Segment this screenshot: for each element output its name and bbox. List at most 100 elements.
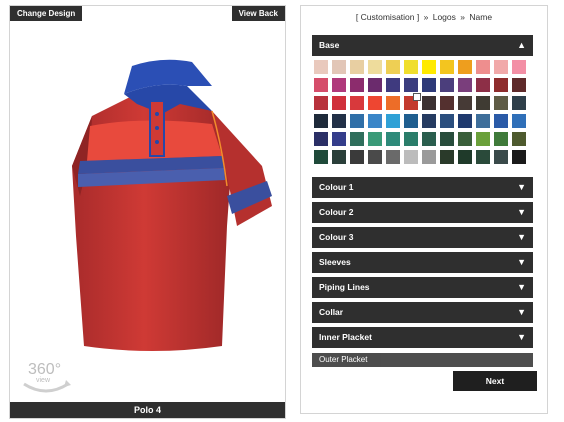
colour-swatch[interactable] [386, 114, 400, 128]
section-header-colour-1[interactable]: Colour 1 ▼ [312, 177, 533, 198]
breadcrumb-separator: » [423, 12, 429, 22]
colour-swatch[interactable] [512, 114, 526, 128]
colour-swatch[interactable] [332, 60, 346, 74]
change-design-button[interactable]: Change Design [10, 6, 83, 21]
colour-swatch[interactable] [440, 150, 454, 164]
view-back-button[interactable]: View Back [231, 6, 285, 21]
next-button[interactable]: Next [453, 371, 537, 391]
section-header-colour-2[interactable]: Colour 2 ▼ [312, 202, 533, 223]
colour-swatch[interactable] [368, 96, 382, 110]
colour-swatch[interactable] [440, 114, 454, 128]
colour-swatch[interactable] [512, 78, 526, 92]
colour-swatch[interactable] [422, 60, 436, 74]
base-colour-palette [312, 60, 533, 164]
colour-swatch[interactable] [440, 60, 454, 74]
base-section-label: Base [319, 40, 340, 50]
colour-swatch[interactable] [440, 78, 454, 92]
colour-swatch[interactable] [332, 114, 346, 128]
outer-placket-header[interactable]: Outer Placket [312, 353, 533, 367]
colour-swatch[interactable] [494, 78, 508, 92]
colour-swatch[interactable] [458, 114, 472, 128]
colour-swatch[interactable] [404, 114, 418, 128]
colour-swatch[interactable] [422, 78, 436, 92]
colour-swatch[interactable] [458, 60, 472, 74]
colour-swatch[interactable] [350, 96, 364, 110]
colour-swatch[interactable] [512, 150, 526, 164]
colour-swatch[interactable] [314, 78, 328, 92]
section-label: Collar [319, 307, 344, 317]
colour-swatch[interactable] [332, 96, 346, 110]
colour-swatch[interactable] [476, 150, 490, 164]
colour-swatch[interactable] [404, 78, 418, 92]
section-header-sleeves[interactable]: Sleeves ▼ [312, 252, 533, 273]
colour-swatch[interactable] [404, 132, 418, 146]
colour-swatch[interactable] [332, 150, 346, 164]
colour-swatch[interactable] [476, 96, 490, 110]
section-header-piping-lines[interactable]: Piping Lines ▼ [312, 277, 533, 298]
rotate-360-icon[interactable]: 360° view [18, 354, 74, 398]
colour-swatch[interactable] [368, 150, 382, 164]
colour-swatch[interactable] [476, 114, 490, 128]
colour-swatch[interactable] [458, 78, 472, 92]
colour-swatch[interactable] [494, 60, 508, 74]
preview-panel: Change Design View Back 360° view Polo 4 [9, 5, 286, 419]
colour-swatch[interactable] [386, 60, 400, 74]
breadcrumb: [ Customisation ] » Logos » Name [301, 12, 547, 22]
colour-swatch[interactable] [368, 114, 382, 128]
chevron-down-icon: ▼ [517, 232, 526, 242]
colour-swatch[interactable] [422, 150, 436, 164]
colour-swatch[interactable] [494, 132, 508, 146]
colour-swatch[interactable] [350, 78, 364, 92]
colour-swatch[interactable] [422, 132, 436, 146]
breadcrumb-name[interactable]: Name [469, 12, 492, 22]
colour-swatch[interactable] [314, 150, 328, 164]
section-header-inner-placket[interactable]: Inner Placket ▼ [312, 327, 533, 348]
colour-swatch[interactable] [458, 96, 472, 110]
colour-swatch[interactable] [368, 78, 382, 92]
base-section-header[interactable]: Base ▲ [312, 35, 533, 56]
colour-swatch[interactable] [440, 96, 454, 110]
colour-swatch[interactable] [458, 132, 472, 146]
colour-swatch[interactable] [512, 132, 526, 146]
colour-swatch[interactable] [368, 132, 382, 146]
colour-swatch[interactable] [476, 78, 490, 92]
colour-swatch[interactable] [350, 150, 364, 164]
colour-swatch[interactable] [314, 114, 328, 128]
chevron-down-icon: ▼ [517, 257, 526, 267]
customiser-app: Change Design View Back 360° view Polo 4… [0, 0, 564, 422]
colour-swatch[interactable] [494, 114, 508, 128]
colour-swatch[interactable] [512, 60, 526, 74]
colour-swatch[interactable] [440, 132, 454, 146]
colour-swatch[interactable] [386, 78, 400, 92]
design-name-bar: Polo 4 [10, 402, 285, 418]
colour-swatch[interactable] [314, 60, 328, 74]
colour-swatch[interactable] [404, 60, 418, 74]
section-header-collar[interactable]: Collar ▼ [312, 302, 533, 323]
colour-swatch[interactable] [350, 60, 364, 74]
colour-swatch[interactable] [404, 93, 421, 110]
colour-swatch[interactable] [494, 150, 508, 164]
colour-swatch[interactable] [386, 96, 400, 110]
colour-swatch[interactable] [404, 150, 418, 164]
colour-swatch[interactable] [314, 96, 328, 110]
colour-swatch[interactable] [386, 132, 400, 146]
breadcrumb-customisation[interactable]: [ Customisation ] [356, 12, 419, 22]
colour-swatch[interactable] [476, 60, 490, 74]
colour-swatch[interactable] [422, 96, 436, 110]
colour-swatch[interactable] [368, 60, 382, 74]
colour-swatch[interactable] [386, 150, 400, 164]
colour-swatch[interactable] [494, 96, 508, 110]
view360-label: 360° [28, 361, 61, 378]
colour-swatch[interactable] [314, 132, 328, 146]
colour-swatch[interactable] [422, 114, 436, 128]
colour-swatch[interactable] [458, 150, 472, 164]
section-header-colour-3[interactable]: Colour 3 ▼ [312, 227, 533, 248]
colour-swatch[interactable] [512, 96, 526, 110]
colour-swatch[interactable] [476, 132, 490, 146]
colour-swatch[interactable] [350, 114, 364, 128]
colour-swatch[interactable] [332, 132, 346, 146]
breadcrumb-logos[interactable]: Logos [433, 12, 456, 22]
chevron-down-icon: ▼ [517, 332, 526, 342]
colour-swatch[interactable] [332, 78, 346, 92]
colour-swatch[interactable] [350, 132, 364, 146]
